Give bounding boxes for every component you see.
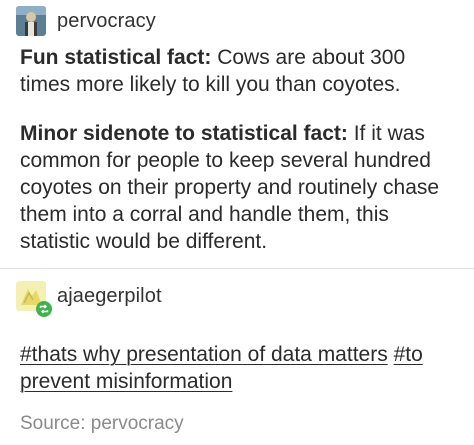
- post-source[interactable]: Source: pervocracy: [20, 413, 184, 435]
- tag-link[interactable]: #thats why presentation of data matters: [20, 343, 388, 366]
- pervocracy-avatar-icon[interactable]: [16, 6, 46, 36]
- post-tags: #thats why presentation of data matters …: [20, 341, 458, 395]
- post-header: ajaegerpilot: [16, 281, 162, 317]
- post-header: pervocracy: [16, 6, 156, 36]
- paragraph-lead: Minor sidenote to statistical fact:: [20, 122, 348, 145]
- ajaegerpilot-avatar-icon[interactable]: [16, 281, 52, 317]
- post-pervocracy: pervocracy Fun statistical fact: Cows ar…: [0, 0, 474, 268]
- post-paragraph: Minor sidenote to statistical fact: If i…: [20, 120, 460, 255]
- paragraph-lead: Fun statistical fact:: [20, 46, 212, 69]
- reblog-icon: [36, 301, 52, 317]
- post-username[interactable]: ajaegerpilot: [57, 285, 162, 308]
- post-paragraph: Fun statistical fact: Cows are about 300…: [20, 44, 460, 98]
- post-ajaegerpilot: ajaegerpilot #thats why presentation of …: [0, 269, 474, 445]
- post-username[interactable]: pervocracy: [57, 10, 156, 33]
